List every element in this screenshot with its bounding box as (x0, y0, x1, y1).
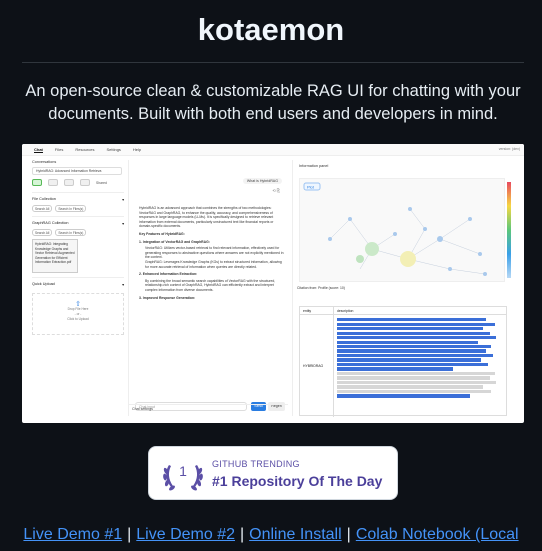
graph-node (448, 267, 452, 271)
key-features-heading: Key Features of HybridRAG: (139, 231, 185, 236)
table-header-cell: entity (300, 307, 334, 314)
link-separator: | (240, 526, 245, 543)
highlighted-description (334, 315, 506, 417)
graph-node (328, 237, 332, 241)
entity-table: entity description HYBRIDRAG (299, 306, 507, 417)
search-all-option: Search All (32, 229, 53, 236)
feature-item: By combining the broad semantic search c… (145, 278, 276, 292)
graph-node (437, 236, 443, 242)
nav-tab-settings: Settings (106, 147, 121, 152)
laurel-icon: 1 (163, 463, 203, 491)
left-sidebar: Conversations HybridRAG: Advanced Inform… (32, 160, 124, 416)
graphrag-collection-header: GraphRAG Collection ▾ (32, 216, 124, 226)
nav-tab-help: Help (132, 147, 142, 152)
upload-dropzone: ⇧ Drop File Here - or - Click to Upload (32, 293, 124, 335)
conversations-label: Conversations (32, 160, 57, 164)
demo-links: Live Demo #1 | Live Demo #2 | Online Install… (0, 526, 542, 551)
selected-file: HybridRAG: Integrating Knowledge Graphs … (32, 239, 78, 273)
graph-node (393, 232, 397, 236)
graph-node (423, 227, 427, 231)
version-label: version: ​(dev) (498, 147, 520, 151)
search-all-option: Search All (32, 205, 53, 212)
graph-node (483, 272, 487, 276)
screenshot-nav: Chat Files Resources Settings Help (22, 144, 524, 156)
graph-nodes (328, 207, 487, 276)
graph-colorbar (507, 182, 511, 278)
project-title: kotaemon (197, 12, 345, 47)
graph-node (356, 255, 364, 263)
feature-item: VectorRAG: Utilizes vector-based retriev… (145, 246, 284, 260)
collapse-icon: ▾ (122, 222, 124, 226)
graph-node (348, 217, 352, 221)
table-cell: HYBRIDRAG (300, 315, 334, 417)
badge-title: #1 Repository Of The Day (212, 473, 383, 489)
graph-node (408, 207, 412, 211)
chat-panel: What is HybridRAG ⟲ ⎘ HybridRAG is an ad… (128, 160, 288, 416)
graph-node (400, 251, 416, 267)
graphrag-options: Search All Search In Files(s) (32, 229, 124, 236)
collapse-icon: ▾ (122, 198, 124, 202)
badge-rank: 1 (179, 463, 187, 479)
user-message: What is HybridRAG (242, 178, 282, 184)
knowledge-graph: Plot (299, 178, 505, 282)
github-trending-badge[interactable]: 1 GITHUB TRENDING #1 Repository Of The D… (148, 446, 398, 500)
upload-click: Click to Upload (67, 317, 89, 321)
app-screenshot: Chat Files Resources Settings Help versi… (22, 144, 524, 423)
live-demo-1-link[interactable]: Live Demo #1 (23, 526, 122, 543)
table-header-cell: description (337, 308, 354, 313)
collapse-icon: ▾ (122, 283, 124, 287)
citation-excerpt: Citation from: Profile (score: 10) (297, 286, 345, 290)
feature-item: 3. Improved Response Generation: (139, 295, 196, 300)
online-install-link[interactable]: Online Install (249, 526, 342, 543)
graph-svg: Plot (303, 182, 487, 276)
answer-intro: HybridRAG is an advanced approach that c… (139, 206, 274, 229)
live-demo-2-link[interactable]: Live Demo #2 (136, 526, 235, 543)
file-collection-header: File Collection ▾ (32, 192, 124, 202)
rename-icon (64, 179, 74, 186)
feature-item: 2. Enhanced Information Extraction: (139, 272, 198, 277)
conversation-select: HybridRAG: Advanced Information Retrieva (32, 167, 122, 175)
link-separator: | (127, 526, 132, 543)
conversation-actions: Shared (32, 179, 124, 186)
nav-tab-resources: Resources (75, 147, 95, 152)
link-separator: | (346, 526, 351, 543)
graph-node (365, 242, 379, 256)
graph-node (478, 252, 482, 256)
search-in-files-option: Search In Files(s) (55, 229, 87, 236)
project-description: An open-source clean & customizable RAG … (25, 82, 521, 123)
nav-tab-files: Files (54, 147, 64, 152)
file-collection-options: Search All Search In Files(s) (32, 205, 124, 212)
search-in-files-option: Search In Files(s) (55, 205, 87, 212)
feature-item: 1. Integration of VectorRAG and GraphRAG… (139, 239, 210, 244)
export-icon (80, 179, 90, 186)
graph-node (468, 217, 472, 221)
nav-tab-chat: Chat (34, 146, 43, 153)
badge-subtitle: GITHUB TRENDING (212, 459, 300, 469)
message-actions-icon: ⟲ ⎘ (272, 188, 280, 193)
title-divider (22, 62, 524, 63)
new-conversation-icon (32, 179, 42, 186)
colab-notebook-link[interactable]: Colab Notebook (Local (356, 526, 519, 543)
file-collection-label: File Collection (32, 197, 56, 201)
delete-icon (48, 179, 58, 186)
chat-settings: Chat settings (128, 404, 288, 413)
quick-upload-label: Quick Upload (32, 282, 55, 286)
information-panel: Information panel Plot Citation from: Pr… (292, 160, 518, 417)
quick-upload-header: Quick Upload ▾ (32, 277, 124, 287)
info-panel-title: Information panel (299, 164, 329, 168)
graphrag-collection-label: GraphRAG Collection (32, 221, 69, 225)
assistant-answer: HybridRAG is an advanced approach that c… (139, 206, 285, 302)
feature-item: GraphRAG: Leverages Knowledge Graphs (KG… (145, 259, 282, 269)
table-row: HYBRIDRAG (300, 315, 506, 417)
plot-label: Plot (307, 184, 315, 189)
table-header: entity description (300, 307, 506, 315)
shared-checkbox: Shared (96, 180, 107, 185)
